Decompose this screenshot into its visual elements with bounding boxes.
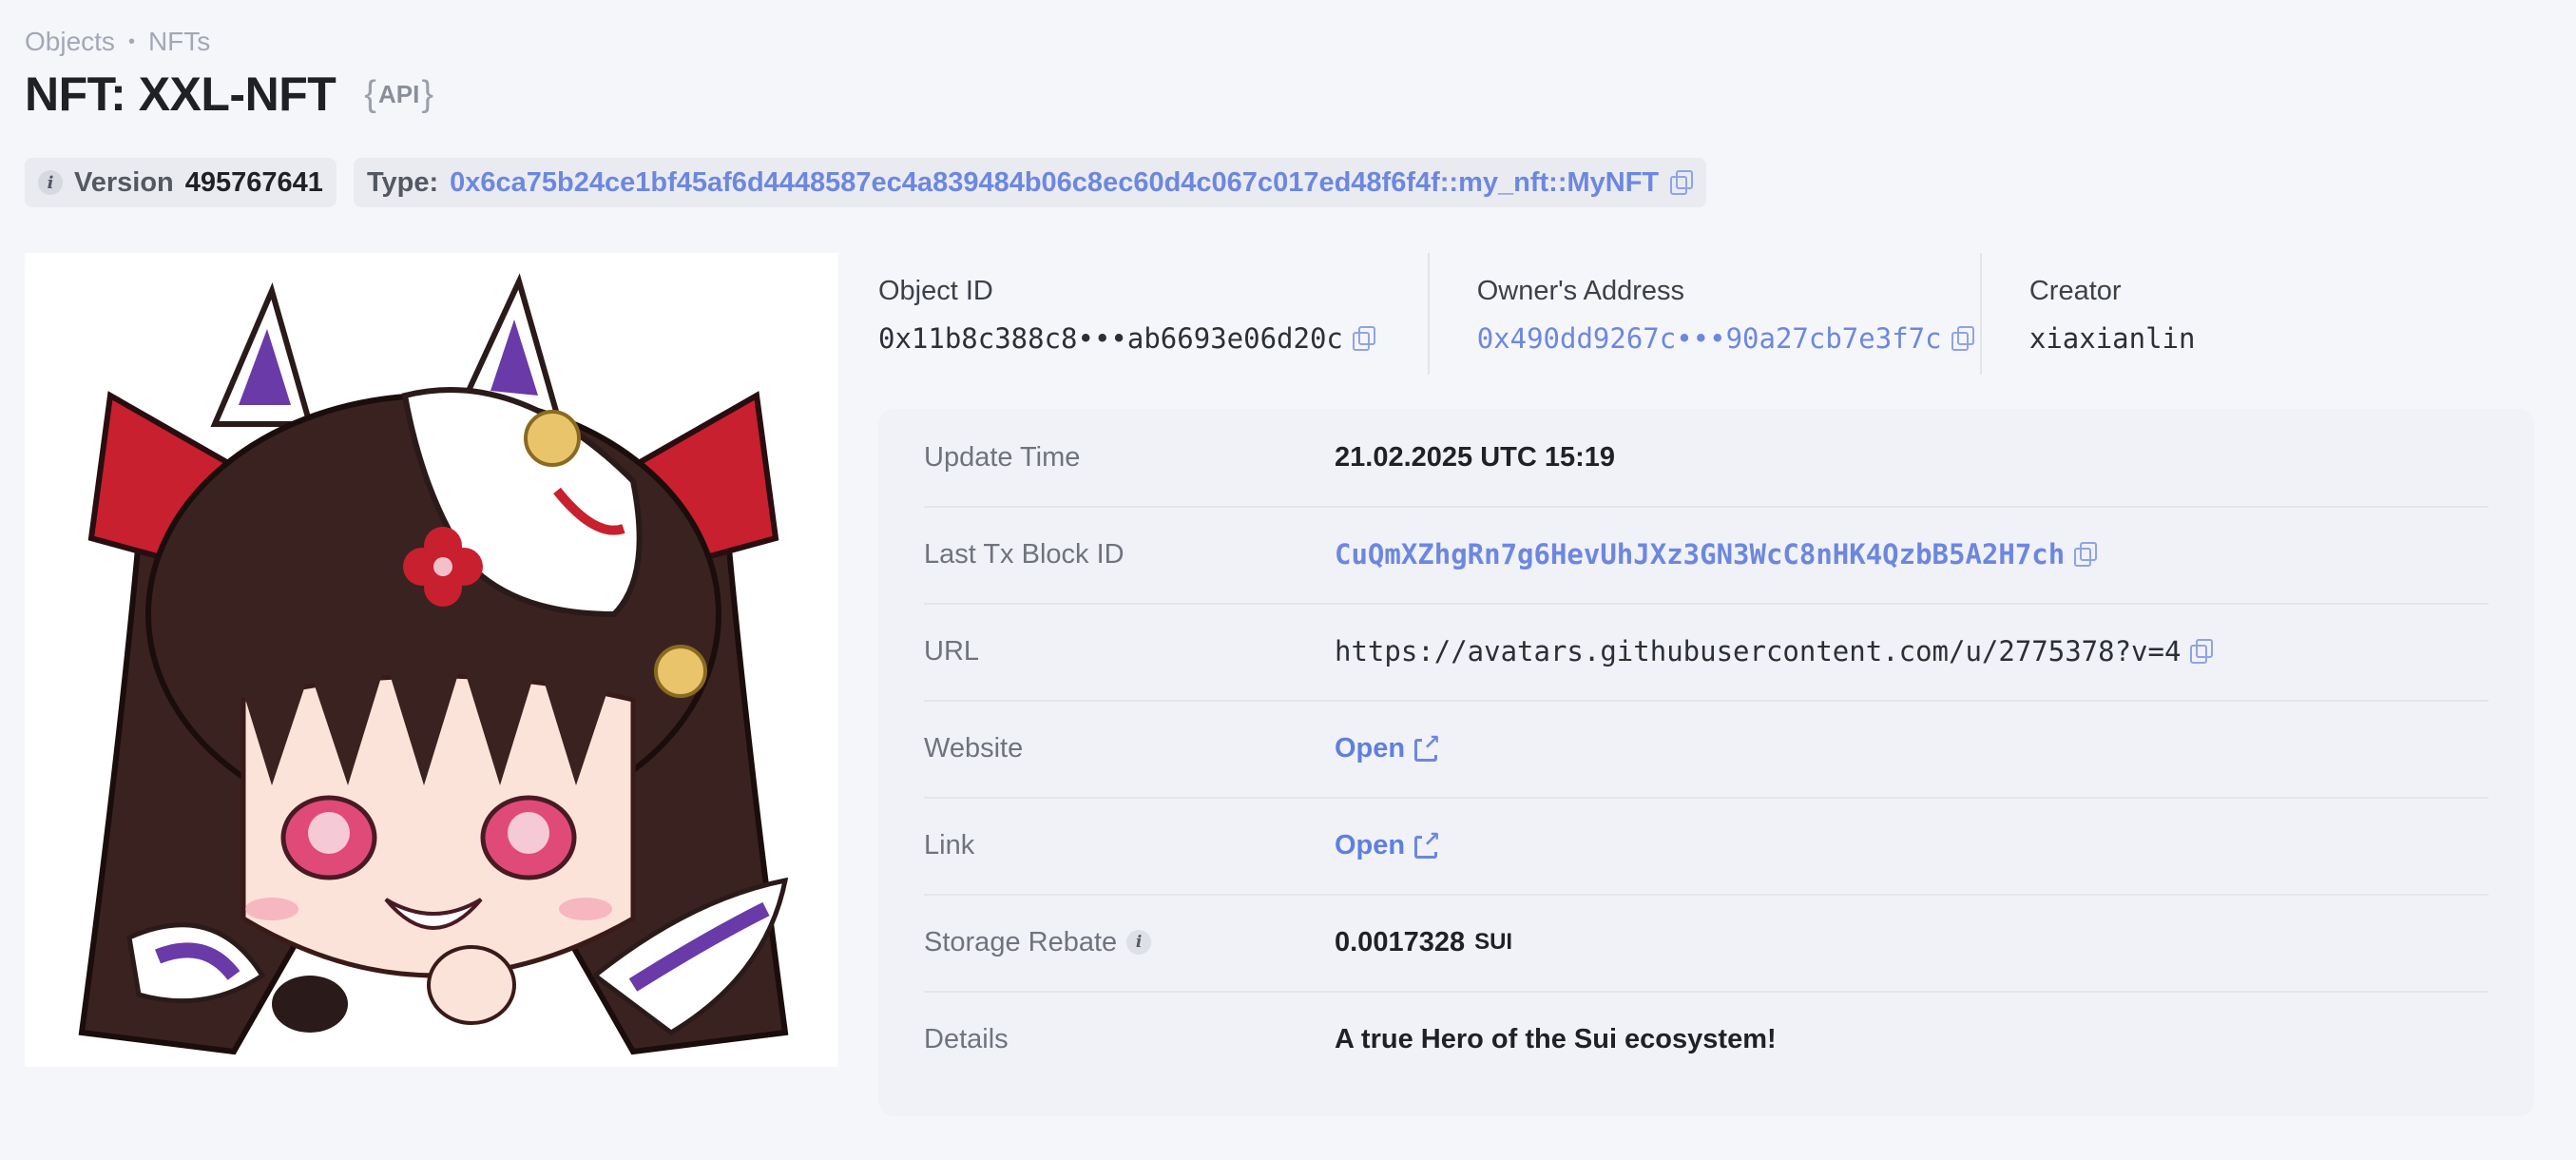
- title-row: NFT: XXL-NFT { API }: [25, 67, 433, 122]
- api-brace-open: {: [364, 73, 376, 114]
- owner-address-label: Owner's Address: [1476, 276, 1684, 306]
- nft-detail-page: Objects • NFTs NFT: XXL-NFT { API } i Ve…: [0, 0, 2576, 1160]
- storage-rebate-label: Storage Rebate: [924, 926, 1118, 957]
- url-text: https://avatars.githubusercontent.com/u/…: [1335, 635, 2182, 667]
- version-label: Version: [74, 166, 174, 198]
- details-value: A true Hero of the Sui ecosystem!: [1335, 1023, 1777, 1054]
- breadcrumb-objects[interactable]: Objects: [25, 27, 115, 57]
- copy-icon[interactable]: [2190, 639, 2214, 664]
- owner-column: Owner's Address 0x490dd9267c•••90a27cb7e…: [1430, 253, 1983, 377]
- api-brace-close: }: [421, 73, 434, 114]
- storage-rebate-value-group: 0.0017328 SUI: [1335, 927, 1512, 958]
- link-row: Link Open: [924, 797, 2489, 896]
- breadcrumb-nfts[interactable]: NFTs: [148, 27, 210, 57]
- info-icon[interactable]: i: [1126, 930, 1152, 955]
- object-id-label: Object ID: [878, 276, 993, 306]
- update-time-row: Update Time 21.02.2025 UTC 15:19: [924, 409, 2489, 508]
- api-label: API: [377, 79, 420, 108]
- external-link-icon: [1414, 827, 1442, 859]
- type-value-link[interactable]: 0x6ca75b24ce1bf45af6d4448587ec4a839484b0…: [450, 167, 1659, 199]
- website-row: Website Open: [924, 700, 2489, 799]
- type-pill: Type: 0x6ca75b24ce1bf45af6d4448587ec4a83…: [353, 158, 1707, 207]
- object-summary: Object ID 0x11b8c388c8•••ab6693e06d20c O…: [878, 253, 2534, 377]
- copy-icon[interactable]: [1670, 170, 1694, 195]
- link-open-link[interactable]: Open: [1335, 827, 1442, 861]
- storage-rebate-unit: SUI: [1474, 929, 1513, 955]
- last-tx-row: Last Tx Block ID CuQmXZhgRn7g6HevUhJXz3G…: [924, 506, 2489, 605]
- copy-icon[interactable]: [1951, 326, 1974, 351]
- website-label: Website: [924, 732, 1024, 764]
- details-card: Update Time 21.02.2025 UTC 15:19 Last Tx…: [878, 409, 2534, 1116]
- object-meta-pills: i Version 495767641 Type: 0x6ca75b24ce1b…: [25, 158, 1707, 207]
- api-link[interactable]: { API }: [364, 74, 433, 115]
- last-tx-label: Last Tx Block ID: [924, 538, 1125, 570]
- owner-address-value: 0x490dd9267c•••90a27cb7e3f7c: [1477, 322, 1982, 355]
- last-tx-link[interactable]: CuQmXZhgRn7g6HevUhJXz3GN3WcC8nHK4QzbB5A2…: [1335, 538, 2065, 570]
- url-row: URL https://avatars.githubusercontent.co…: [924, 603, 2489, 702]
- update-time-label: Update Time: [924, 441, 1081, 473]
- link-label: Link: [924, 829, 975, 860]
- storage-rebate-label-group: Storage Rebate i: [924, 927, 1335, 958]
- website-open-text: Open: [1335, 732, 1406, 764]
- url-label: URL: [924, 635, 980, 667]
- storage-rebate-row: Storage Rebate i 0.0017328 SUI: [924, 894, 2489, 993]
- version-pill: i Version 495767641: [25, 158, 336, 207]
- details-row: Details A true Hero of the Sui ecosystem…: [924, 991, 2489, 1088]
- info-icon[interactable]: i: [38, 170, 63, 195]
- external-link-icon: [1414, 730, 1442, 762]
- website-open-link[interactable]: Open: [1335, 730, 1442, 764]
- object-id-text: 0x11b8c388c8•••ab6693e06d20c: [878, 322, 1343, 355]
- breadcrumb-separator: •: [127, 30, 135, 52]
- version-value: 495767641: [184, 166, 323, 198]
- storage-rebate-value: 0.0017328: [1335, 926, 1466, 957]
- object-id-value: 0x11b8c388c8•••ab6693e06d20c: [878, 322, 1430, 355]
- creator-label: Creator: [2028, 276, 2122, 306]
- update-time-value: 21.02.2025 UTC 15:19: [1335, 441, 1616, 473]
- copy-icon[interactable]: [1352, 326, 1375, 351]
- nft-image: [25, 253, 838, 1067]
- breadcrumb: Objects • NFTs: [25, 27, 210, 57]
- owner-address-link[interactable]: 0x490dd9267c•••90a27cb7e3f7c: [1477, 322, 1942, 355]
- link-open-text: Open: [1335, 829, 1406, 860]
- last-tx-value: CuQmXZhgRn7g6HevUhJXz3GN3WcC8nHK4QzbB5A2…: [1335, 538, 2098, 570]
- page-title: NFT: XXL-NFT: [25, 68, 336, 121]
- object-id-column: Object ID 0x11b8c388c8•••ab6693e06d20c: [878, 253, 1430, 377]
- url-value: https://avatars.githubusercontent.com/u/…: [1335, 635, 2214, 667]
- nft-artwork-illustration: [78, 273, 789, 1055]
- details-label: Details: [924, 1023, 1009, 1054]
- copy-icon[interactable]: [2074, 542, 2098, 567]
- creator-value: xiaxianlin: [2028, 322, 2196, 355]
- type-label: Type:: [366, 166, 439, 198]
- creator-column: Creator xiaxianlin: [1982, 253, 2534, 377]
